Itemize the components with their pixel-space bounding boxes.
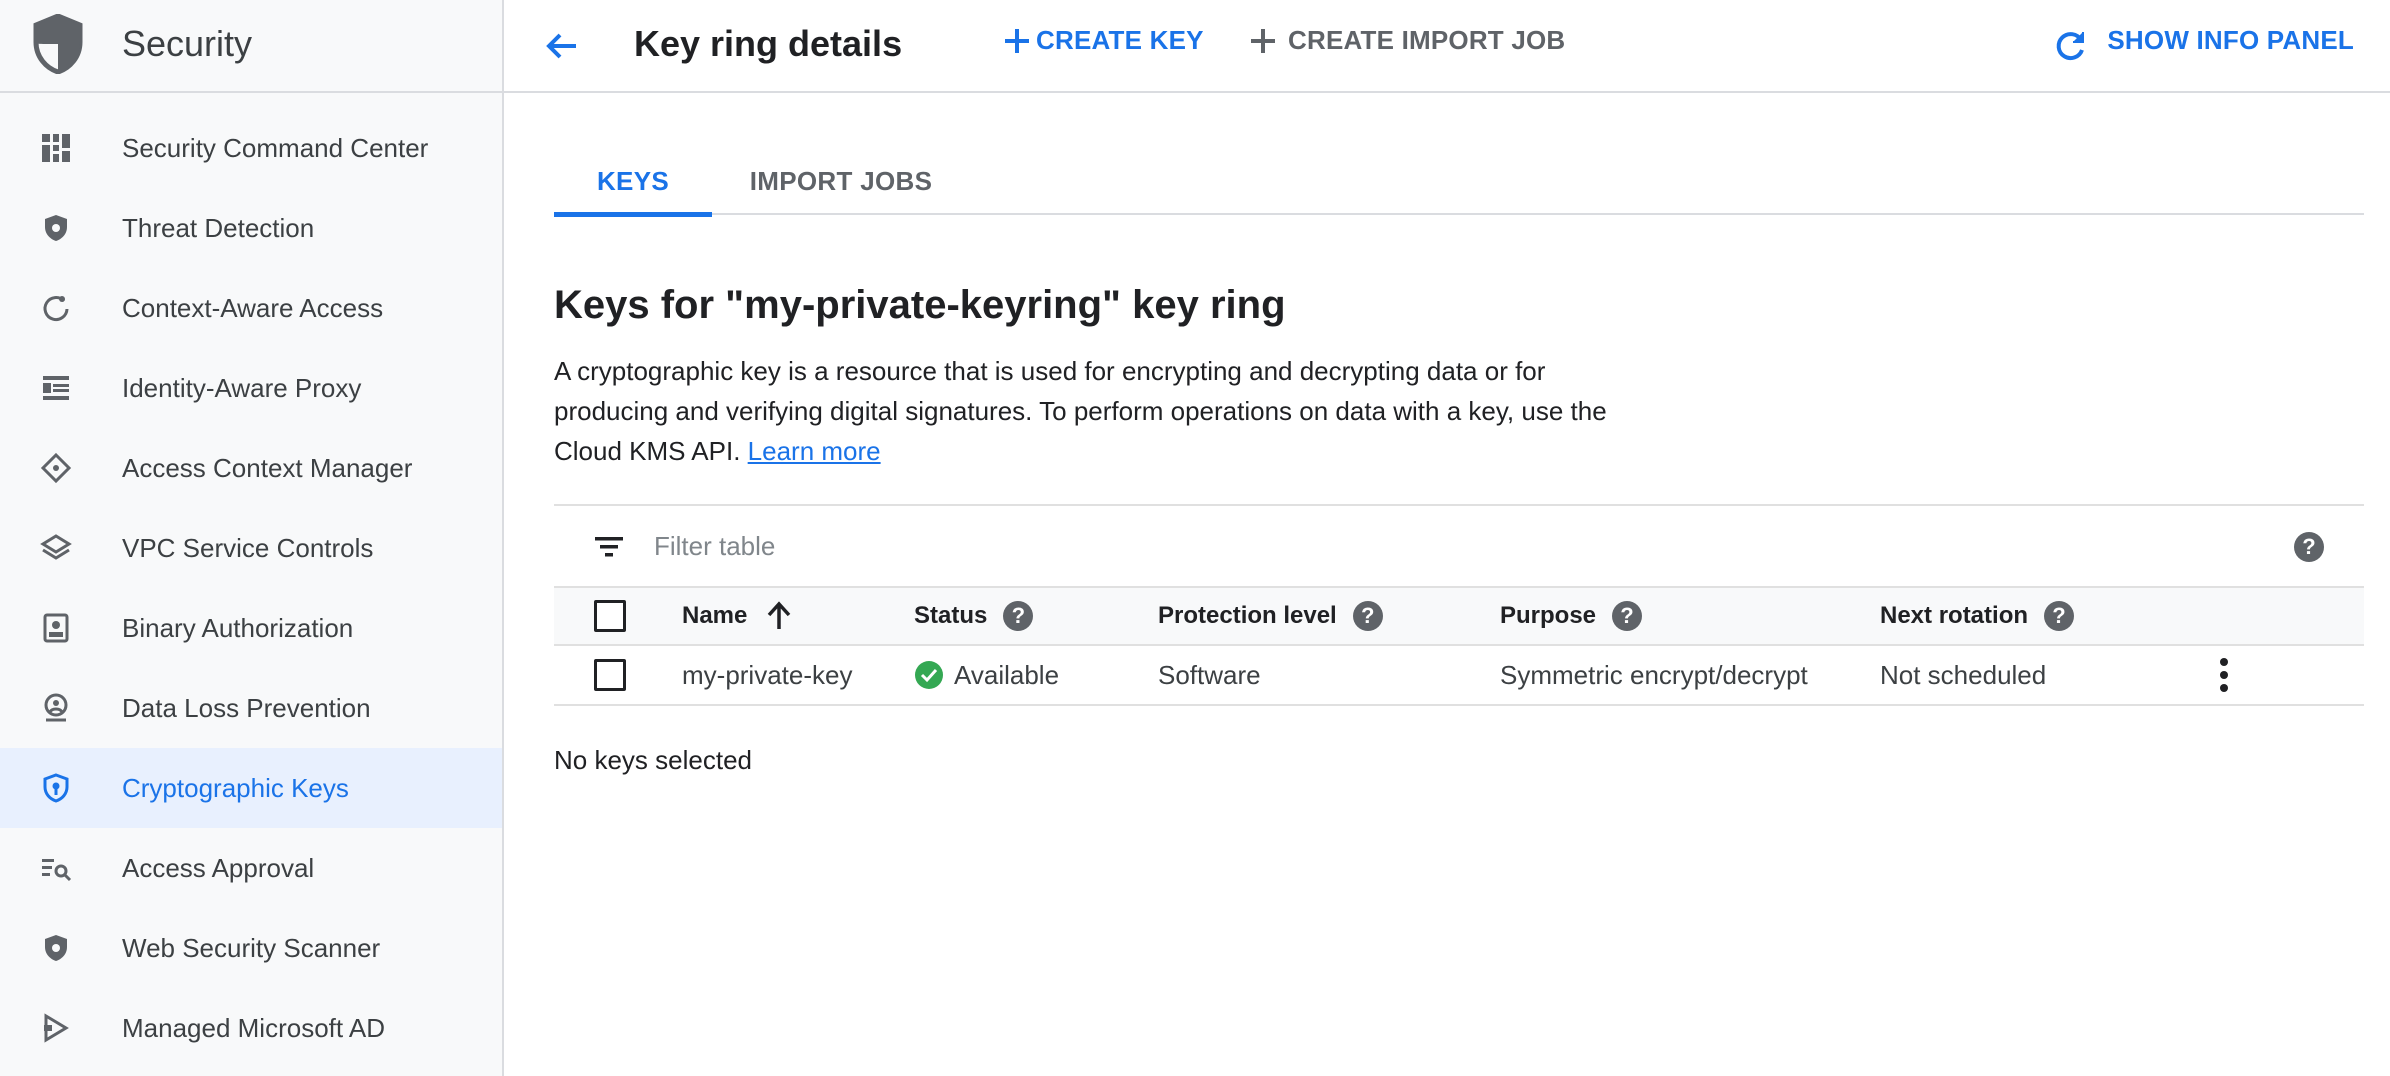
keys-table: Name Status ? Protection level ? Purpose… xyxy=(554,586,2364,706)
main-content: KEYS IMPORT JOBS Keys for "my-private-ke… xyxy=(504,95,2390,1076)
description: A cryptographic key is a resource that i… xyxy=(554,351,1614,471)
sidebar-item-vpc-service-controls[interactable]: VPC Service Controls xyxy=(0,508,502,588)
column-header-protection-level: Protection level ? xyxy=(1158,588,1383,644)
column-label: Protection level xyxy=(1158,602,1337,629)
sidebar-header: Security xyxy=(0,0,502,93)
key-protection-level: Software xyxy=(1158,659,1261,690)
help-icon[interactable]: ? xyxy=(1612,601,1643,631)
diamond-icon xyxy=(40,452,72,484)
description-text: A cryptographic key is a resource that i… xyxy=(554,356,1607,466)
create-import-job-label: CREATE IMPORT JOB xyxy=(1288,25,1566,55)
plus-icon xyxy=(1251,28,1275,53)
sidebar-item-cryptographic-keys[interactable]: Cryptographic Keys xyxy=(0,748,502,828)
check-circle-icon xyxy=(915,661,943,689)
key-next-rotation: Not scheduled xyxy=(1880,659,2047,690)
sidebar-item-binary-authorization[interactable]: Binary Authorization xyxy=(0,588,502,668)
tab-bar: KEYS IMPORT JOBS xyxy=(554,147,2364,217)
more-vert-icon[interactable] xyxy=(2218,657,2230,693)
help-icon[interactable]: ? xyxy=(1352,601,1383,631)
top-bar: Key ring details CREATE KEY CREATE IMPOR… xyxy=(504,0,2390,93)
person-lock-icon xyxy=(44,693,68,722)
sidebar-item-access-approval[interactable]: Access Approval xyxy=(0,828,502,908)
header-checkbox-cell xyxy=(594,588,626,644)
sidebar-item-identity-aware-proxy[interactable]: Identity-Aware Proxy xyxy=(0,348,502,428)
sidebar-item-managed-microsoft-ad[interactable]: Managed Microsoft AD xyxy=(0,988,502,1068)
plus-icon xyxy=(1005,28,1029,53)
selection-status: No keys selected xyxy=(554,745,752,775)
sidebar-item-label: Security Command Center xyxy=(122,132,429,163)
page-title: Key ring details xyxy=(634,23,903,64)
sidebar-item-label: Identity-Aware Proxy xyxy=(122,372,362,403)
shield-icon xyxy=(33,14,83,74)
sidebar-item-label: Access Approval xyxy=(122,852,315,883)
table-header: Name Status ? Protection level ? Purpose… xyxy=(554,586,2364,646)
column-header-status: Status ? xyxy=(914,588,1034,644)
help-icon[interactable]: ? xyxy=(1003,601,1034,631)
sidebar-item-threat-detection[interactable]: Threat Detection xyxy=(0,188,502,268)
key-purpose: Symmetric encrypt/decrypt xyxy=(1500,659,1808,690)
list-search-icon xyxy=(42,859,72,882)
help-icon[interactable]: ? xyxy=(2294,532,2324,562)
learn-more-link[interactable]: Learn more xyxy=(748,436,881,466)
section-title: Keys for "my-private-keyring" key ring xyxy=(554,283,1286,327)
column-header-name[interactable]: Name xyxy=(682,588,793,644)
sidebar: Security Security Command Center Threat … xyxy=(0,0,504,1076)
sidebar-item-label: Cryptographic Keys xyxy=(122,772,349,803)
sidebar-item-label: Context-Aware Access xyxy=(122,292,384,323)
row-checkbox[interactable] xyxy=(594,659,626,691)
create-key-button[interactable]: CREATE KEY xyxy=(1002,25,1204,56)
badge-icon xyxy=(43,613,69,643)
column-header-next-rotation: Next rotation ? xyxy=(1880,588,2075,644)
app-root: Security Security Command Center Threat … xyxy=(0,0,2390,1076)
sidebar-item-security-command-center[interactable]: Security Command Center xyxy=(0,108,502,188)
column-label: Name xyxy=(682,602,748,629)
column-label: Next rotation xyxy=(1880,602,2029,629)
tab-keys[interactable]: KEYS xyxy=(554,147,712,217)
sidebar-item-label: Binary Authorization xyxy=(122,612,354,643)
ad-icon xyxy=(44,1013,69,1043)
sidebar-item-data-loss-prevention[interactable]: Data Loss Prevention xyxy=(0,668,502,748)
tab-import-jobs[interactable]: IMPORT JOBS xyxy=(712,147,970,215)
back-arrow-icon[interactable] xyxy=(542,26,582,66)
filter-icon xyxy=(595,537,623,557)
sidebar-item-label: Managed Microsoft AD xyxy=(122,1012,386,1043)
refresh-icon[interactable] xyxy=(2050,26,2090,66)
sidebar-item-context-aware-access[interactable]: Context-Aware Access xyxy=(0,268,502,348)
filter-input[interactable] xyxy=(654,522,2154,570)
dashboard-icon xyxy=(42,134,70,162)
create-import-job-button[interactable]: CREATE IMPORT JOB xyxy=(1248,25,1565,56)
sidebar-item-label: Threat Detection xyxy=(122,212,315,243)
key-status: Available xyxy=(914,646,1059,704)
product-title: Security xyxy=(122,23,253,64)
shield-icon xyxy=(45,215,67,241)
sidebar-item-label: Web Security Scanner xyxy=(122,932,381,963)
sidebar-item-access-context-manager[interactable]: Access Context Manager xyxy=(0,428,502,508)
create-key-label: CREATE KEY xyxy=(1036,25,1204,55)
select-all-checkbox[interactable] xyxy=(594,600,626,632)
sort-ascending-icon[interactable] xyxy=(765,601,793,631)
row-actions-menu[interactable] xyxy=(2204,646,2244,704)
key-shield-icon xyxy=(43,773,69,803)
filter-bar: ? xyxy=(554,504,2364,586)
sidebar-item-label: VPC Service Controls xyxy=(122,532,374,563)
row-checkbox-cell xyxy=(594,646,626,704)
shield-icon xyxy=(45,935,67,961)
circle-refresh-icon xyxy=(43,296,69,322)
column-label: Purpose xyxy=(1500,602,1597,629)
help-icon[interactable]: ? xyxy=(2044,601,2075,631)
key-name[interactable]: my-private-key xyxy=(682,646,852,704)
show-info-panel-button[interactable]: SHOW INFO PANEL xyxy=(2107,25,2354,56)
column-label: Status xyxy=(914,602,988,629)
proxy-icon xyxy=(43,376,69,400)
sidebar-nav: Security Command Center Threat Detection… xyxy=(0,108,502,1068)
sidebar-item-web-security-scanner[interactable]: Web Security Scanner xyxy=(0,908,502,988)
column-header-purpose: Purpose ? xyxy=(1500,588,1643,644)
sidebar-item-label: Access Context Manager xyxy=(122,452,413,483)
sidebar-item-label: Data Loss Prevention xyxy=(122,692,371,723)
layers-icon xyxy=(40,534,72,560)
table-row[interactable]: my-private-key Available Software Symmet… xyxy=(554,646,2364,706)
key-status-label: Available xyxy=(954,659,1060,690)
